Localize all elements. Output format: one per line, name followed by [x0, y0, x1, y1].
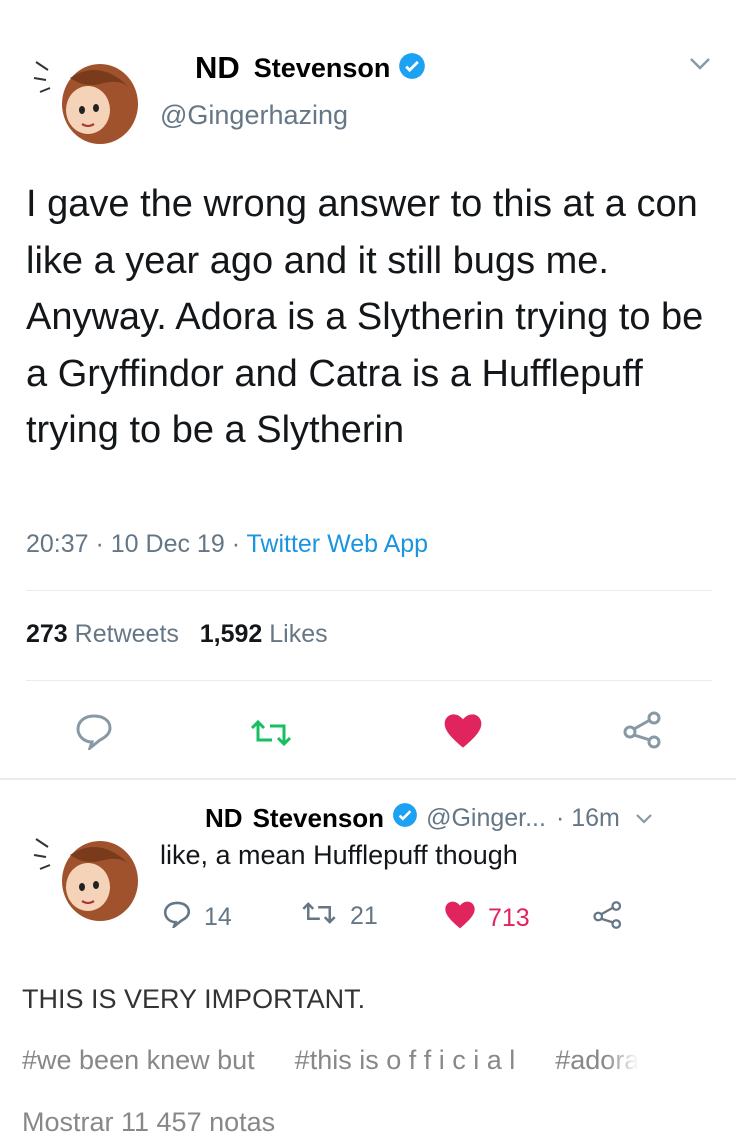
tag-link[interactable]: #adora: [555, 1045, 639, 1076]
chevron-down-icon[interactable]: [688, 56, 712, 77]
divider: [26, 680, 712, 681]
reply-text: like, a mean Hufflepuff though: [160, 840, 518, 870]
reply-handle[interactable]: @Ginger...: [426, 804, 546, 833]
reply-like-action[interactable]: 713: [444, 900, 530, 937]
chevron-down-icon[interactable]: [634, 804, 654, 833]
avatar[interactable]: [30, 48, 140, 148]
tag-link[interactable]: #this is o f f i c i a l: [295, 1045, 516, 1076]
share-icon: [592, 900, 624, 937]
post-tags: #we been knew but #this is o f f i c i a…: [22, 1045, 736, 1076]
verified-badge-icon: [398, 52, 426, 85]
tweet-time[interactable]: 20:37 · 10 Dec 19 ·: [26, 530, 247, 558]
retweet-icon[interactable]: [248, 718, 294, 753]
retweet-count: 21: [350, 902, 378, 930]
tweet-text: I gave the wrong answer to this at a con…: [26, 183, 704, 451]
tweet-meta: 20:37 · 10 Dec 19 · Twitter Web App: [26, 530, 428, 559]
notes-link[interactable]: Mostrar 11 457 notas: [22, 1107, 275, 1138]
like-count: 713: [488, 904, 530, 932]
divider: [26, 590, 712, 591]
tweet-stats: 273 Retweets 1,592 Likes: [26, 620, 328, 649]
tag-link[interactable]: #we been knew but: [22, 1045, 255, 1076]
reply-icon[interactable]: [74, 712, 114, 755]
display-name: Stevenson: [252, 803, 385, 833]
retweet-icon: [300, 900, 338, 933]
display-name: Stevenson: [253, 52, 391, 83]
verified-badge-icon: [392, 802, 418, 835]
reply-time[interactable]: · 16m: [556, 804, 620, 833]
heart-icon[interactable]: [443, 712, 483, 755]
reply-share-action[interactable]: [592, 900, 624, 937]
retweets-stat[interactable]: 273 Retweets: [26, 620, 179, 648]
likes-stat[interactable]: 1,592 Likes: [200, 620, 328, 648]
heart-icon: [444, 900, 476, 937]
post-comment: THIS IS VERY IMPORTANT.: [22, 984, 366, 1014]
author-name[interactable]: ND Stevenson: [195, 50, 426, 86]
reply-author[interactable]: ND Stevenson @Ginger... · 16m: [205, 802, 654, 835]
author-handle[interactable]: @Gingerhazing: [160, 100, 348, 131]
avatar[interactable]: [30, 825, 140, 925]
display-name-prefix: ND: [195, 50, 240, 85]
reply-icon: [162, 900, 192, 935]
reply-retweet-action[interactable]: 21: [300, 900, 378, 933]
display-name-prefix: ND: [205, 803, 243, 833]
tweet-source[interactable]: Twitter Web App: [247, 530, 429, 558]
reply-count: 14: [204, 903, 232, 931]
main-tweet: ND Stevenson @Gingerhazing I gave the wr…: [0, 0, 736, 780]
reply-reply-action[interactable]: 14: [162, 900, 232, 935]
share-icon[interactable]: [622, 710, 664, 755]
